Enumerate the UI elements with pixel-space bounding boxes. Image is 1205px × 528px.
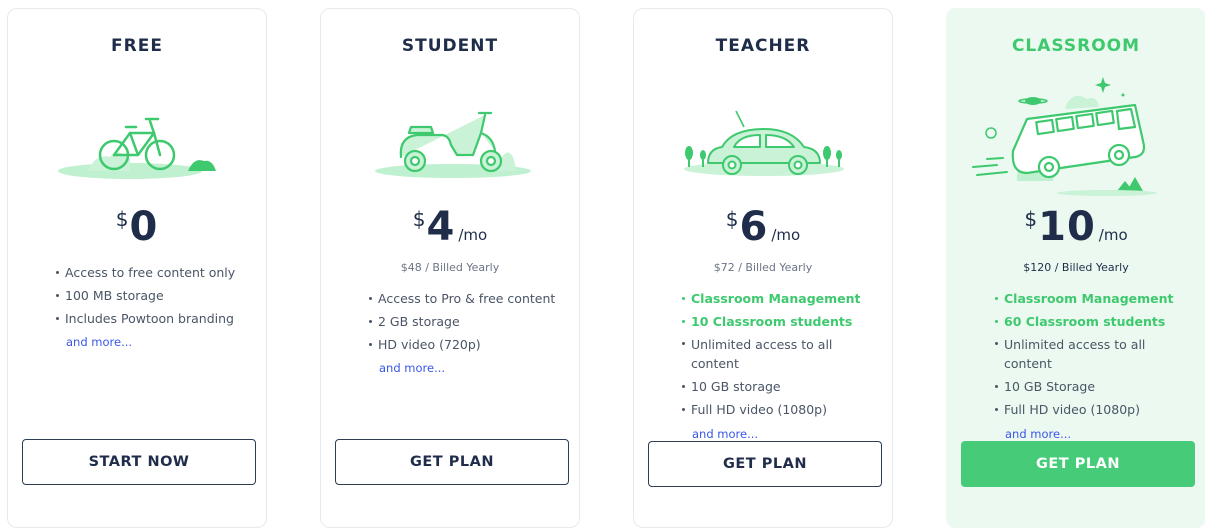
feature-item: 10 Classroom students xyxy=(680,310,868,333)
plan-card-teacher: TEACHER $6/mo $72 / Billed Yearly Classr… xyxy=(633,8,893,528)
plan-price: $4/mo xyxy=(321,204,579,250)
feature-list: Classroom Management 60 Classroom studen… xyxy=(993,287,1181,421)
feature-item: 2 GB storage xyxy=(367,310,571,333)
price-period: /mo xyxy=(771,226,801,244)
price-currency: $ xyxy=(115,207,129,231)
plan-title: CLASSROOM xyxy=(1011,36,1141,56)
feature-item: 100 MB storage xyxy=(54,284,258,307)
feature-item: 60 Classroom students xyxy=(993,310,1181,333)
and-more-link[interactable]: and more... xyxy=(1005,427,1071,441)
plan-title: STUDENT xyxy=(401,36,499,56)
feature-list: Access to Pro & free content 2 GB storag… xyxy=(367,287,571,356)
feature-item: Includes Powtoon branding xyxy=(54,307,258,330)
school-bus-icon xyxy=(972,77,1157,196)
and-more-link[interactable]: and more... xyxy=(66,335,132,349)
get-plan-button[interactable]: GET PLAN xyxy=(335,439,569,485)
price-period: /mo xyxy=(458,226,488,244)
price-currency: $ xyxy=(1024,207,1038,231)
and-more-link[interactable]: and more... xyxy=(379,361,445,375)
feature-item: Full HD video (1080p) xyxy=(680,398,868,421)
feature-item: 10 GB storage xyxy=(680,375,868,398)
plan-price: $0 xyxy=(8,204,266,250)
billed-yearly: $120 / Billed Yearly xyxy=(1023,261,1129,274)
and-more-link[interactable]: and more... xyxy=(692,427,758,441)
start-now-button[interactable]: START NOW xyxy=(22,439,256,485)
plan-title: FREE xyxy=(111,36,163,56)
billed-yearly: $72 / Billed Yearly xyxy=(713,261,813,274)
plan-card-student: STUDENT $4/mo $48 / Billed Yearly Access… xyxy=(320,8,580,528)
feature-item: Access to free content only xyxy=(54,261,258,284)
feature-item: HD video (720p) xyxy=(367,333,571,356)
feature-item: Unlimited access to all content xyxy=(993,333,1181,375)
price-amount: 0 xyxy=(129,204,159,250)
price-amount: 6 xyxy=(739,204,769,250)
feature-item: Full HD video (1080p) xyxy=(993,398,1181,421)
feature-list: Access to free content only 100 MB stora… xyxy=(54,261,258,330)
plan-title: TEACHER xyxy=(715,36,811,56)
feature-list: Classroom Management 10 Classroom studen… xyxy=(680,287,868,421)
price-amount: 10 xyxy=(1038,204,1096,250)
plan-card-free: FREE $0 Access to free content only 100 … xyxy=(7,8,267,528)
feature-item: Access to Pro & free content xyxy=(367,287,571,310)
plan-card-classroom: CLASSROOM $10/mo $120 / Billed Yearly Cl… xyxy=(946,8,1205,528)
scooter-icon xyxy=(375,111,531,178)
feature-item: Classroom Management xyxy=(993,287,1181,310)
plan-price: $10/mo xyxy=(947,204,1205,250)
feature-item: 10 GB Storage xyxy=(993,375,1181,398)
plan-price: $6/mo xyxy=(634,204,892,250)
price-currency: $ xyxy=(412,207,426,231)
get-plan-button[interactable]: GET PLAN xyxy=(961,441,1195,487)
price-currency: $ xyxy=(725,207,739,231)
bicycle-icon xyxy=(58,117,216,179)
billed-yearly: $48 / Billed Yearly xyxy=(400,261,500,274)
price-amount: 4 xyxy=(426,204,456,250)
price-period: /mo xyxy=(1098,226,1128,244)
get-plan-button[interactable]: GET PLAN xyxy=(648,441,882,487)
feature-item: Classroom Management xyxy=(680,287,868,310)
car-icon xyxy=(684,110,844,176)
feature-item: Unlimited access to all content xyxy=(680,333,868,375)
